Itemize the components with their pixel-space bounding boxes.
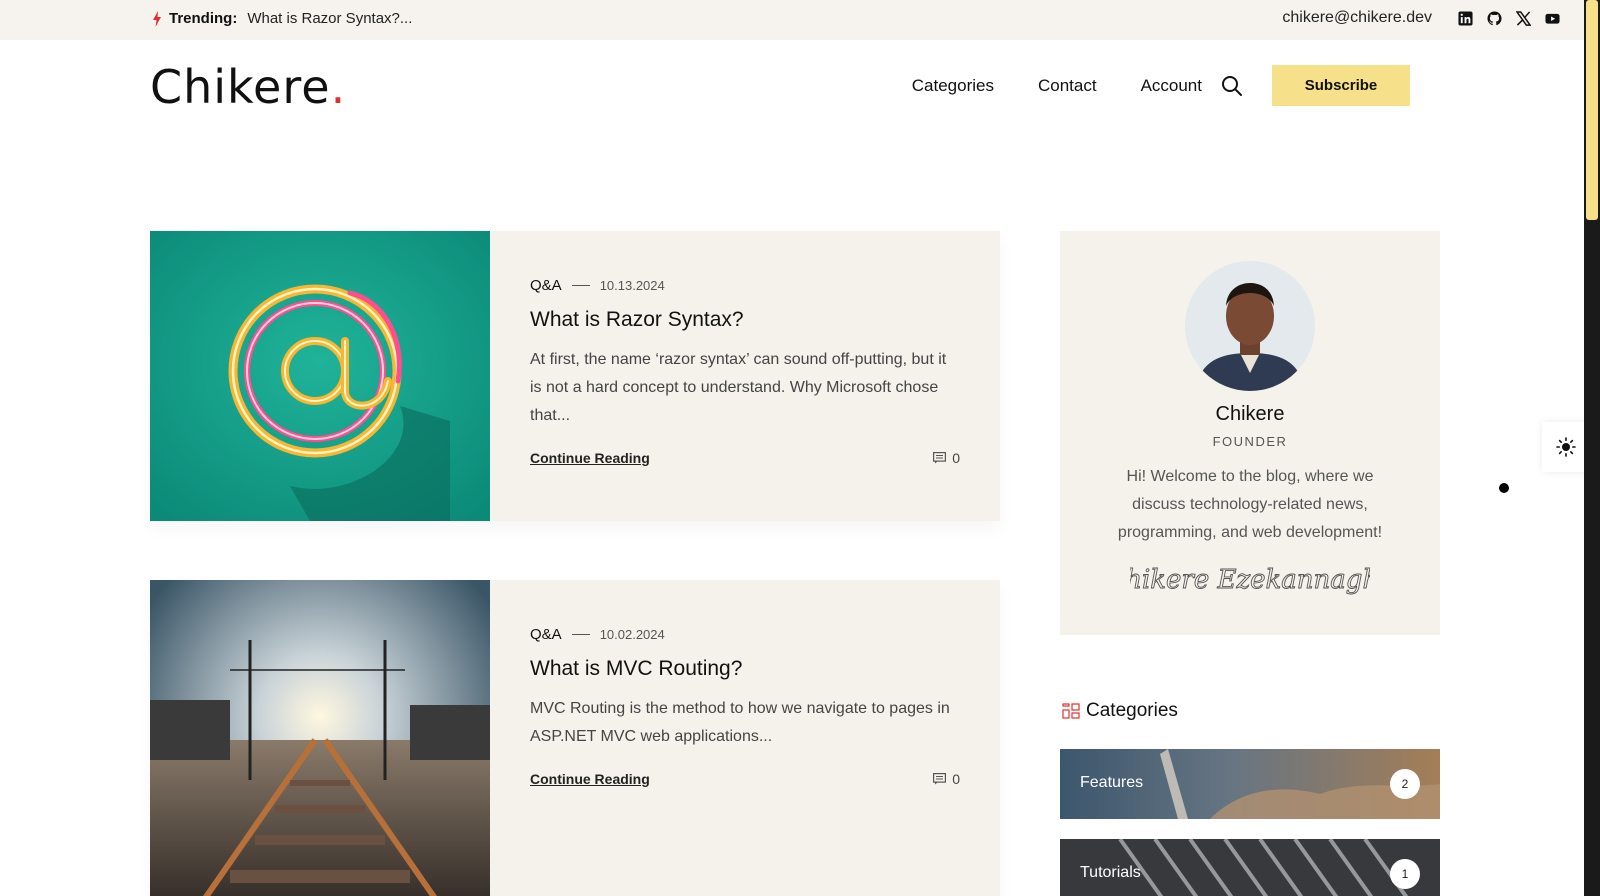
comment-count-value: 0 [952, 450, 960, 466]
post-category-link[interactable]: Q&A [530, 626, 562, 643]
youtube-icon[interactable] [1545, 11, 1560, 26]
continue-reading-link[interactable]: Continue Reading [530, 450, 650, 466]
post-card: Q&A 10.13.2024 What is Razor Syntax? At … [150, 231, 1000, 521]
post-excerpt: MVC Routing is the method to how we navi… [530, 700, 950, 745]
category-count-badge: 2 [1390, 769, 1420, 799]
comment-icon [933, 773, 947, 785]
author-signature: Chikere Ezekannagha [1130, 565, 1370, 596]
comment-count[interactable]: 0 [933, 771, 960, 787]
category-label: Tutorials [1080, 864, 1141, 881]
trending-link[interactable]: What is Razor Syntax?... [247, 10, 412, 27]
comment-count-value: 0 [952, 771, 960, 787]
lightning-icon [153, 10, 161, 27]
post-thumbnail-neon-at-sign[interactable] [150, 231, 490, 521]
sun-icon [1556, 437, 1576, 457]
site-header: Chikere. Categories Contact Account Subs… [0, 40, 1584, 130]
topbar-right: chikere@chikere.dev [1282, 9, 1560, 27]
post-footer: Continue Reading 0 [530, 450, 960, 466]
comment-count[interactable]: 0 [933, 450, 960, 466]
post-category-link[interactable]: Q&A [530, 277, 562, 294]
x-icon[interactable] [1516, 10, 1531, 26]
logo-text: Chikere [150, 60, 331, 114]
theme-toggle-button[interactable] [1542, 422, 1584, 472]
post-card: Q&A 10.02.2024 What is MVC Routing? MVC … [150, 580, 1000, 896]
nav-account[interactable]: Account [1141, 76, 1202, 96]
post-body: Q&A 10.02.2024 What is MVC Routing? MVC … [530, 626, 960, 787]
avatar [1185, 261, 1315, 391]
post-excerpt: At first, the name ‘razor syntax’ can so… [530, 351, 947, 424]
page: Trending: What is Razor Syntax?... chike… [0, 0, 1584, 896]
linkedin-icon[interactable] [1458, 10, 1473, 26]
author-widget: Chikere FOUNDER Hi! Welcome to the blog,… [1060, 231, 1440, 635]
post-thumbnail-railway-tracks[interactable] [150, 580, 490, 896]
social-links [1458, 10, 1560, 26]
logo-dot: . [330, 60, 347, 114]
trending-label: Trending: [169, 10, 238, 27]
svg-text:Chikere Ezekannagha: Chikere Ezekannagha [1130, 565, 1370, 595]
category-count-badge: 1 [1390, 859, 1420, 889]
email-link[interactable]: chikere@chikere.dev [1282, 9, 1432, 27]
author-bio: Hi! Welcome to the blog, where we discus… [1117, 468, 1383, 541]
cursor-dot [1499, 483, 1509, 493]
categories-heading: Categories [1062, 700, 1178, 722]
category-label: Features [1080, 774, 1144, 791]
search-icon[interactable] [1220, 74, 1244, 98]
post-footer: Continue Reading 0 [530, 771, 960, 787]
site-logo[interactable]: Chikere. [150, 60, 346, 114]
author-role: FOUNDER [1212, 434, 1288, 449]
top-bar: Trending: What is Razor Syntax?... chike… [0, 0, 1584, 40]
author-name: Chikere [1215, 403, 1285, 425]
scrollbar-thumb[interactable] [1586, 0, 1598, 220]
categories-title: Categories [1086, 700, 1178, 721]
post-meta: Q&A 10.02.2024 [530, 626, 960, 643]
meta-divider [571, 634, 590, 635]
trending-bar: Trending: What is Razor Syntax?... [152, 10, 412, 27]
comment-icon [933, 452, 947, 464]
main-nav: Categories Contact Account Subscribe [912, 65, 1410, 106]
meta-divider [571, 285, 590, 286]
category-item-features[interactable]: Features 2 [1060, 749, 1440, 819]
post-meta: Q&A 10.13.2024 [530, 277, 960, 294]
post-title[interactable]: What is Razor Syntax? [530, 308, 960, 332]
page-scrollbar[interactable] [1584, 0, 1600, 896]
post-date: 10.13.2024 [599, 278, 665, 293]
nav-contact[interactable]: Contact [1038, 76, 1097, 96]
post-body: Q&A 10.13.2024 What is Razor Syntax? At … [530, 277, 960, 466]
post-date: 10.02.2024 [599, 627, 665, 642]
continue-reading-link[interactable]: Continue Reading [530, 771, 650, 787]
post-title[interactable]: What is MVC Routing? [530, 657, 960, 681]
categories-icon [1062, 703, 1080, 719]
category-item-tutorials[interactable]: Tutorials 1 [1060, 839, 1440, 896]
nav-categories[interactable]: Categories [912, 76, 994, 96]
subscribe-button[interactable]: Subscribe [1272, 65, 1410, 106]
github-icon[interactable] [1487, 10, 1502, 26]
